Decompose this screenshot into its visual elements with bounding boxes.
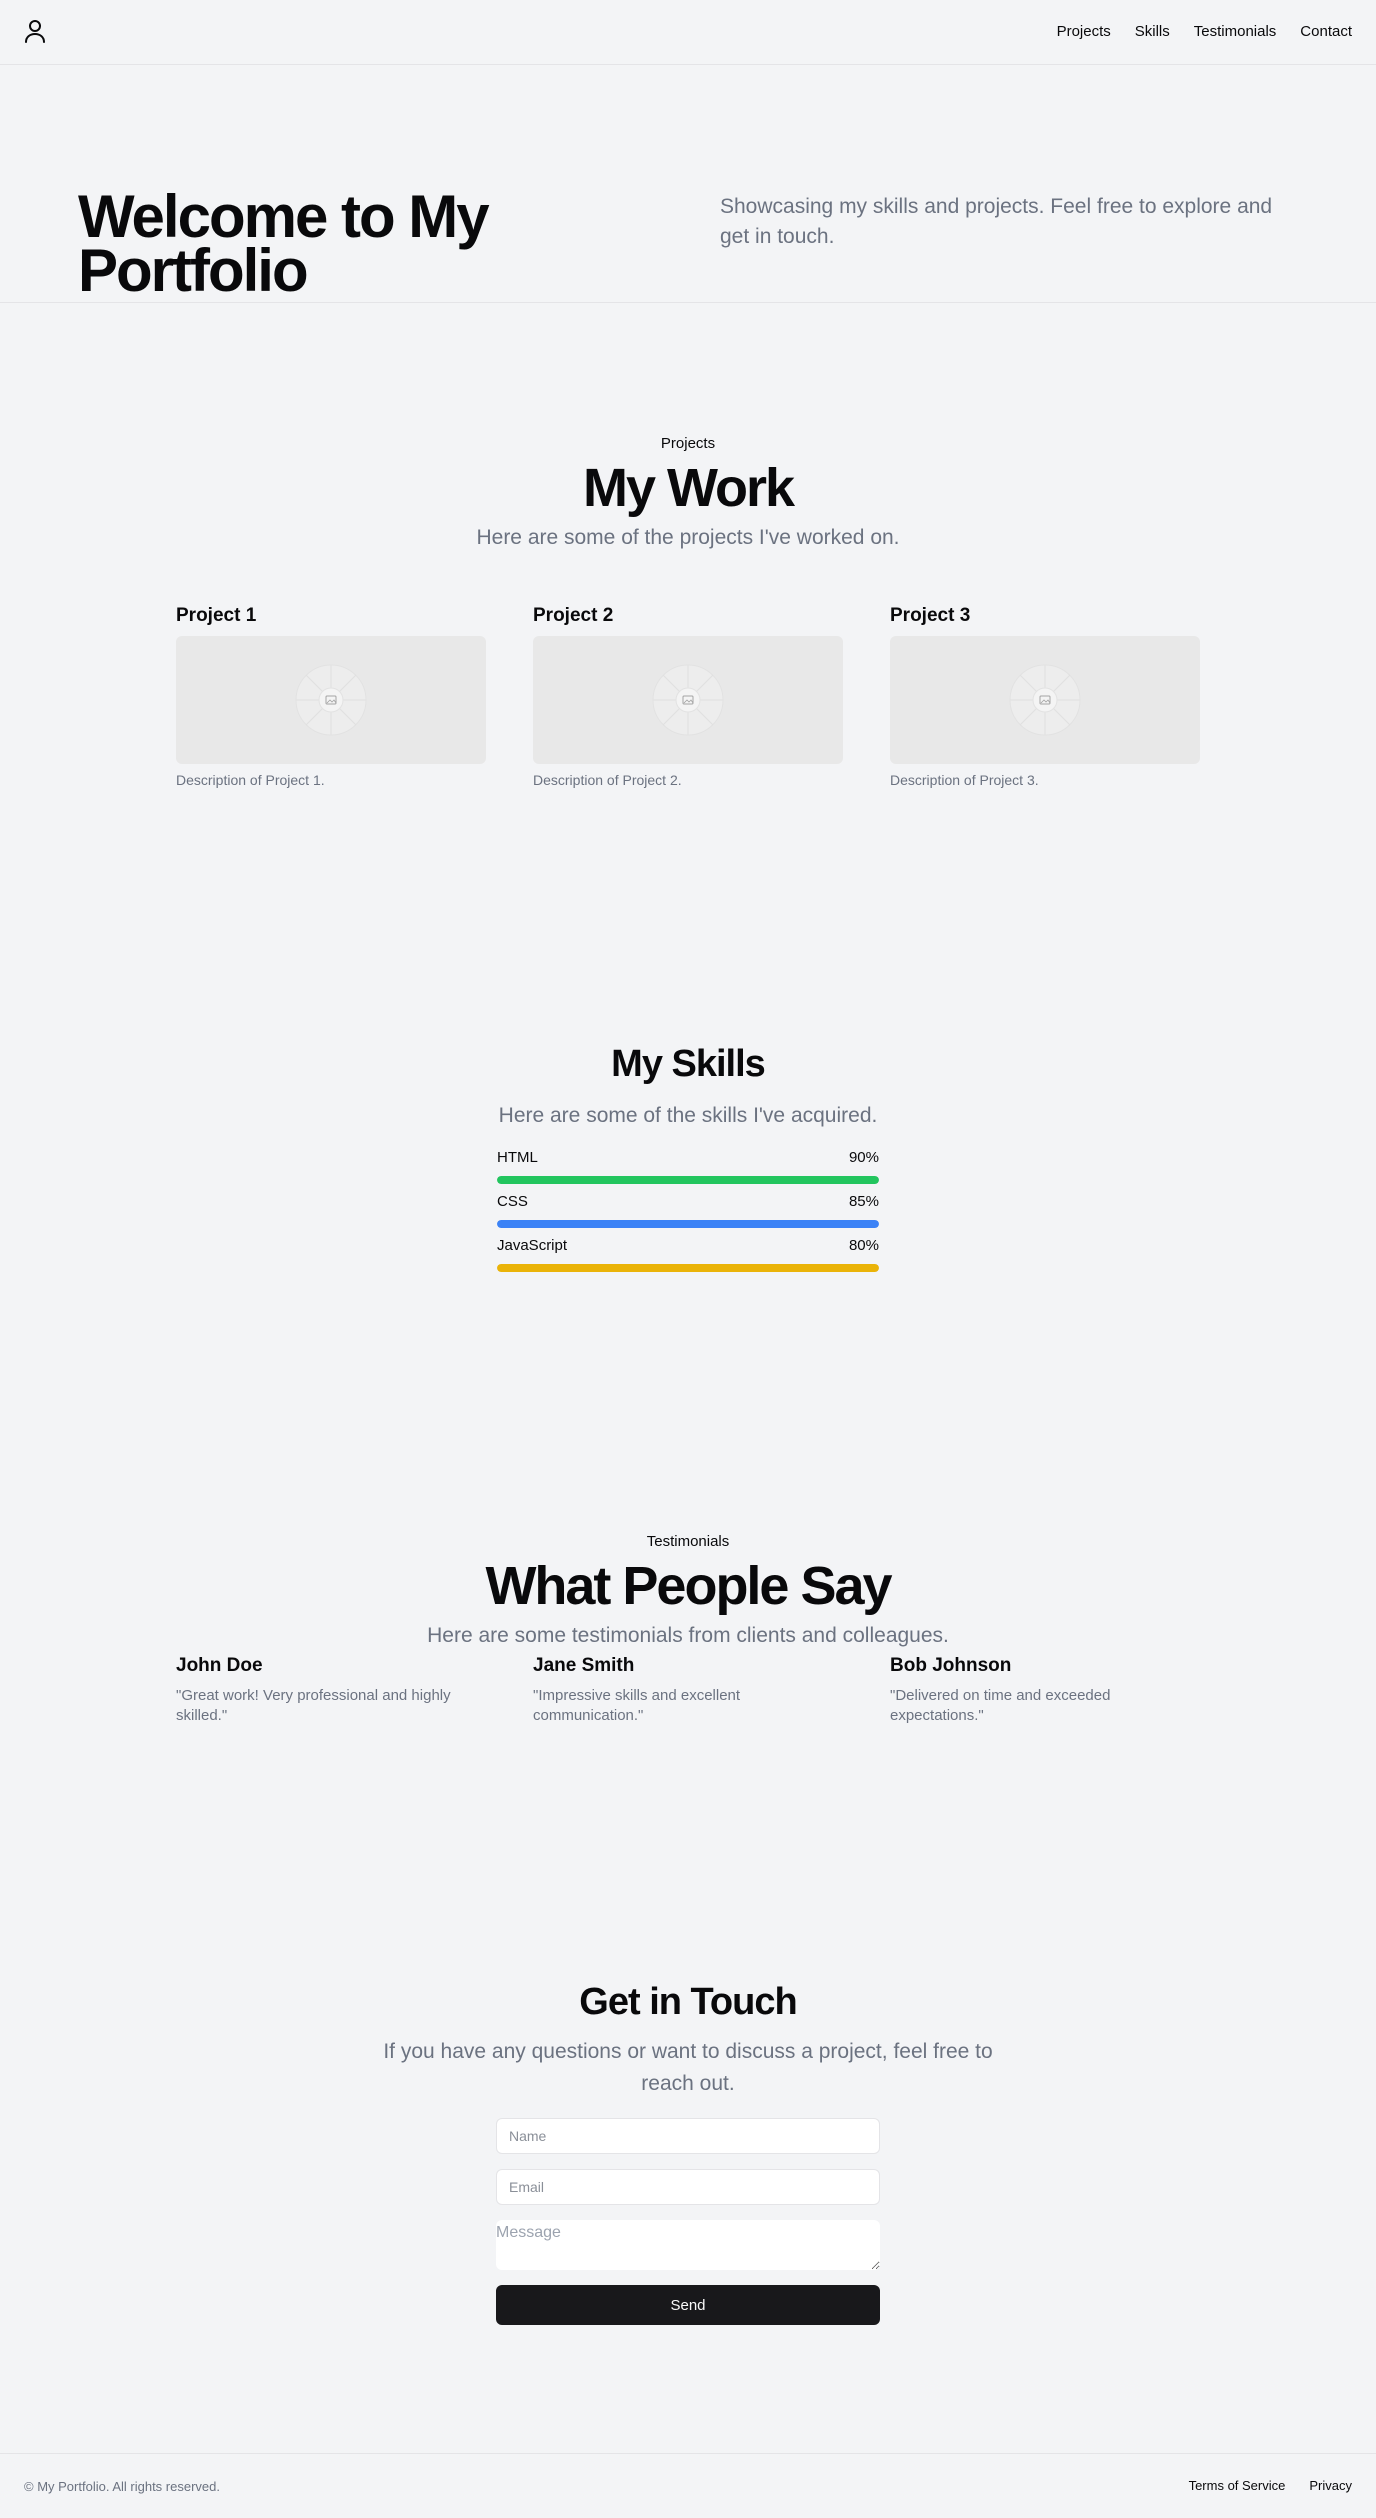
email-input[interactable] [496,2169,880,2205]
project-title: Project 3 [890,605,971,626]
testimonials-subtitle: Here are some testimonials from clients … [427,1624,949,1647]
footer-link-privacy[interactable]: Privacy [1309,2477,1352,2495]
project-image [533,636,843,764]
skill-row: HTML 90% [497,1146,879,1190]
skill-name: CSS [497,1193,528,1210]
contact-form: Send [496,2118,880,2325]
project-description: Description of Project 2. [533,772,682,788]
skill-progress-fill [497,1264,879,1272]
testimonial-quote: "Impressive skills and excellent communi… [533,1687,741,1724]
testimonials-title: What People Say [485,1556,892,1616]
project-card[interactable]: Project 1 Description of Project 1. [176,604,486,790]
message-textarea[interactable] [496,2220,880,2270]
project-image [890,636,1200,764]
project-title: Project 2 [533,605,614,626]
skill-name: HTML [497,1149,538,1166]
site-header: Projects Skills Testimonials Contact [0,0,1376,65]
nav-link-testimonials[interactable]: Testimonials [1194,22,1277,42]
skill-progress-bar [497,1264,879,1272]
skill-progress-bar [497,1220,879,1228]
testimonial-card: Jane Smith "Impressive skills and excell… [533,1654,843,1726]
project-card[interactable]: Project 3 Description of Project 3. [890,604,1200,790]
skill-progress-fill [497,1220,879,1228]
footer-copyright: © My Portfolio. All rights reserved. [24,2479,220,2494]
name-input[interactable] [496,2118,880,2154]
skill-progress-fill [497,1176,879,1184]
skill-percent: 85% [848,1193,879,1210]
skill-row: JavaScript 80% [497,1234,879,1278]
project-title: Project 1 [176,605,257,626]
nav-link-contact[interactable]: Contact [1300,22,1352,42]
nav-link-projects[interactable]: Projects [1057,22,1111,42]
testimonial-quote: "Delivered on time and exceeded expectat… [890,1687,1111,1724]
hero-divider [0,302,1376,303]
skills-subtitle: Here are some of the skills I've acquire… [498,1104,878,1127]
image-placeholder-icon [1009,664,1081,736]
hero-subtitle: Showcasing my skills and projects. Feel … [720,195,1273,248]
projects-eyebrow: Projects [660,435,716,452]
main-nav: Projects Skills Testimonials Contact [1057,22,1352,42]
testimonial-card: John Doe "Great work! Very professional … [176,1654,486,1726]
testimonial-card: Bob Johnson "Delivered on time and excee… [890,1654,1200,1726]
testimonial-author: John Doe [176,1655,263,1676]
project-description: Description of Project 3. [890,772,1039,788]
projects-subtitle: Here are some of the projects I've worke… [476,526,900,549]
send-button[interactable]: Send [496,2285,880,2325]
project-image [176,636,486,764]
testimonial-quote: "Great work! Very professional and highl… [176,1687,451,1724]
image-placeholder-icon [295,664,367,736]
skills-list: HTML 90% CSS 85% JavaScript 80% [497,1146,879,1278]
testimonials-eyebrow: Testimonials [646,1533,730,1550]
project-description: Description of Project 1. [176,772,325,788]
skill-name: JavaScript [497,1237,568,1254]
footer-link-terms[interactable]: Terms of Service [1189,2477,1286,2495]
contact-title: Get in Touch [579,1981,797,2023]
nav-link-skills[interactable]: Skills [1135,22,1170,42]
image-placeholder-icon [652,664,724,736]
project-card[interactable]: Project 2 Description of Project 2. [533,604,843,790]
projects-title: My Work [582,458,795,518]
testimonial-author: Bob Johnson [890,1655,1012,1676]
skill-percent: 90% [848,1149,879,1166]
hero-title: Welcome to My Portfolio [78,183,490,304]
footer-divider [0,2453,1376,2454]
contact-subtitle: If you have any questions or want to dis… [383,2040,993,2095]
footer-nav: Terms of Service Privacy [1189,2477,1352,2495]
skill-row: CSS 85% [497,1190,879,1234]
skill-percent: 80% [848,1237,879,1254]
user-icon[interactable] [24,19,46,43]
skills-title: My Skills [611,1043,766,1085]
skill-progress-bar [497,1176,879,1184]
testimonial-author: Jane Smith [533,1655,635,1676]
